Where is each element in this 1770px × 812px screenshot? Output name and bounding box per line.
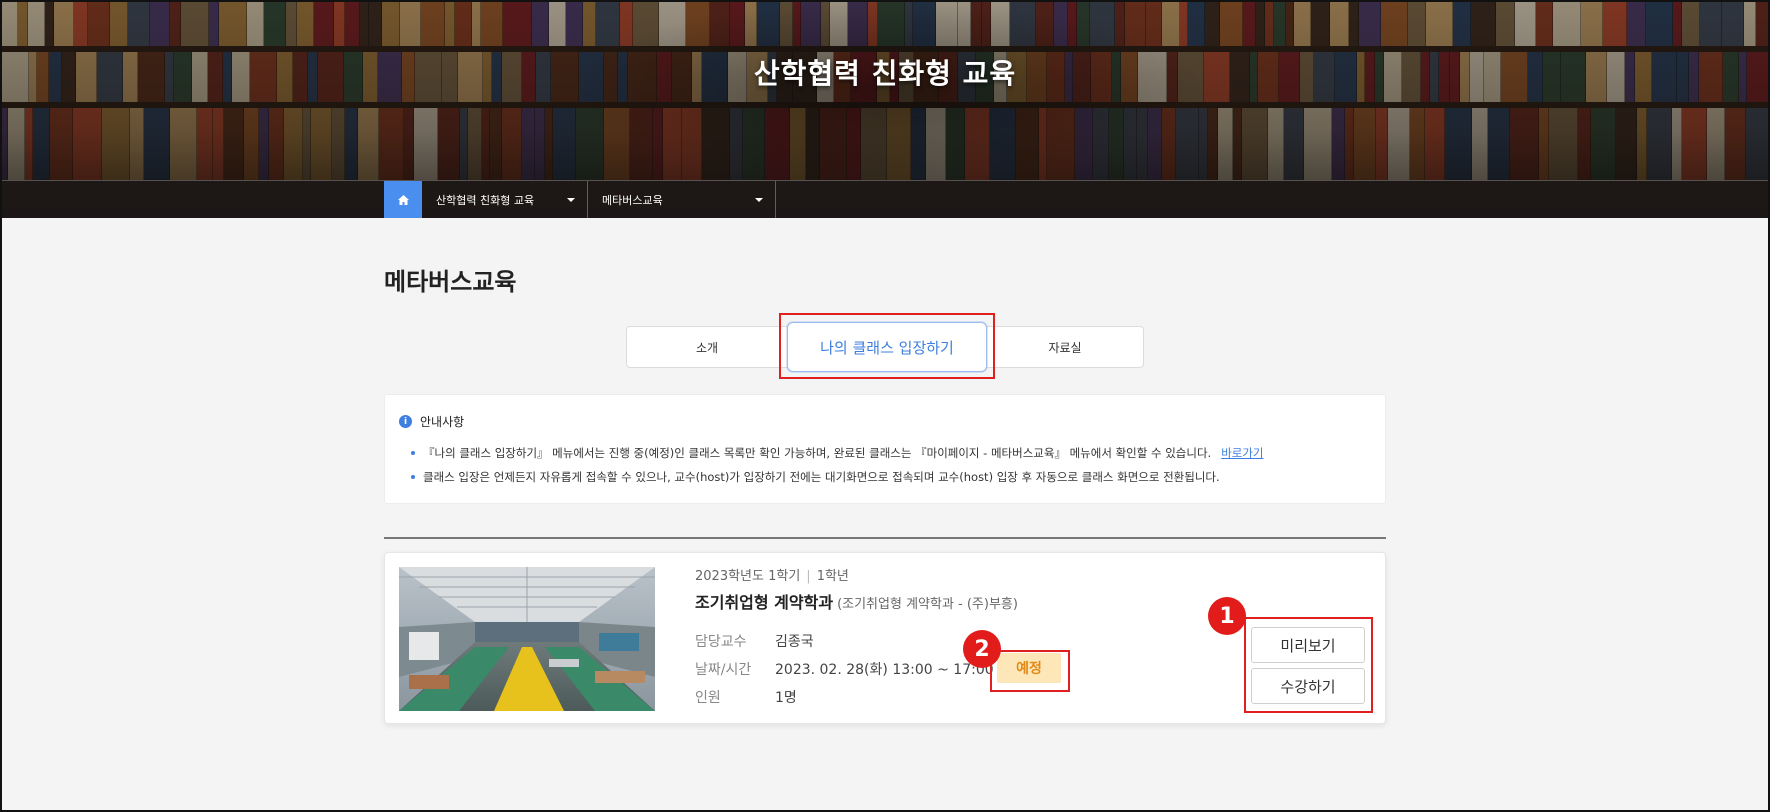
status-badge: 예정 [997, 653, 1061, 683]
class-name: 조기취업형 계약학과 [695, 593, 834, 612]
semester-text: 2023학년도 1학기 [695, 569, 801, 584]
grade-text: 1학년 [816, 569, 849, 584]
class-thumbnail [399, 567, 655, 711]
notice-item-text: 클래스 입장은 언제든지 자유롭게 접속할 수 있으나, 교수(host)가 입… [423, 470, 1220, 484]
people-label: 인원 [695, 690, 721, 706]
datetime-row: 날짜/시간 2023. 02. 28(화) 13:00 ~ 17:00 [695, 659, 994, 679]
class-card: 2023학년도 1학기 | 1학년 조기취업형 계약학과 (조기취업형 계약학과 - … [384, 552, 1386, 724]
breadcrumb-dropdown-metaverse[interactable]: 메타버스교육 [588, 181, 776, 218]
tab-intro[interactable]: 소개 [627, 327, 787, 367]
attend-button[interactable]: 수강하기 [1251, 668, 1365, 704]
page-title: 메타버스교육 [384, 268, 517, 296]
home-icon [397, 195, 409, 205]
professor-value: 김종국 [775, 634, 814, 650]
bullet-icon [411, 475, 415, 479]
breadcrumb: 산학협력 친화형 교육 메타버스교육 [0, 180, 1770, 218]
tab-resources[interactable]: 자료실 [987, 327, 1143, 367]
preview-button[interactable]: 미리보기 [1251, 627, 1365, 663]
notice-heading-text: 안내사항 [420, 415, 465, 429]
breadcrumb-label: 산학협력 친화형 교육 [436, 194, 535, 207]
datetime-value: 2023. 02. 28(화) 13:00 ~ 17:00 [775, 662, 994, 678]
breadcrumb-dropdown-education[interactable]: 산학협력 친화형 교육 [422, 181, 588, 218]
breadcrumb-label: 메타버스교육 [602, 194, 663, 207]
info-icon: i [399, 415, 412, 428]
section-divider [384, 537, 1386, 539]
professor-row: 담당교수 김종국 [695, 631, 814, 651]
factory-image [399, 567, 655, 711]
people-value: 1명 [775, 690, 797, 706]
notice-heading: i 안내사항 [399, 413, 464, 430]
notice-item: 클래스 입장은 언제든지 자유롭게 접속할 수 있으나, 교수(host)가 입… [411, 469, 1220, 485]
step-badge-2: 2 [963, 630, 1001, 668]
notice-panel: i 안내사항 『나의 클래스 입장하기』 메뉴에서는 진행 중(예정)인 클래스… [384, 394, 1386, 504]
bullet-icon [411, 451, 415, 455]
home-button[interactable] [384, 181, 422, 218]
banner-title: 산학협력 친화형 교육 [753, 57, 1017, 90]
class-title: 조기취업형 계약학과 (조기취업형 계약학과 - (주)부흥) [695, 589, 1018, 613]
step-badge-1: 1 [1208, 597, 1246, 635]
chevron-down-icon [755, 198, 763, 202]
class-term: 2023학년도 1학기 | 1학년 [695, 569, 849, 584]
people-row: 인원 1명 [695, 687, 797, 707]
class-subtitle: (조기취업형 계약학과 - (주)부흥) [837, 597, 1018, 612]
notice-item: 『나의 클래스 입장하기』 메뉴에서는 진행 중(예정)인 클래스 목록만 확인… [411, 445, 1264, 461]
notice-item-text: 『나의 클래스 입장하기』 메뉴에서는 진행 중(예정)인 클래스 목록만 확인… [423, 446, 1212, 460]
professor-label: 담당교수 [695, 634, 747, 650]
header-banner: 산학협력 친화형 교육 산학협력 친화형 교육 메타버스교육 [0, 0, 1770, 218]
shortcut-link[interactable]: 바로가기 [1221, 445, 1263, 461]
datetime-label: 날짜/시간 [695, 662, 752, 678]
chevron-down-icon [567, 198, 575, 202]
tab-my-class[interactable]: 나의 클래스 입장하기 [787, 322, 987, 372]
tab-bar: 소개 나의 클래스 입장하기 자료실 [626, 322, 1144, 372]
